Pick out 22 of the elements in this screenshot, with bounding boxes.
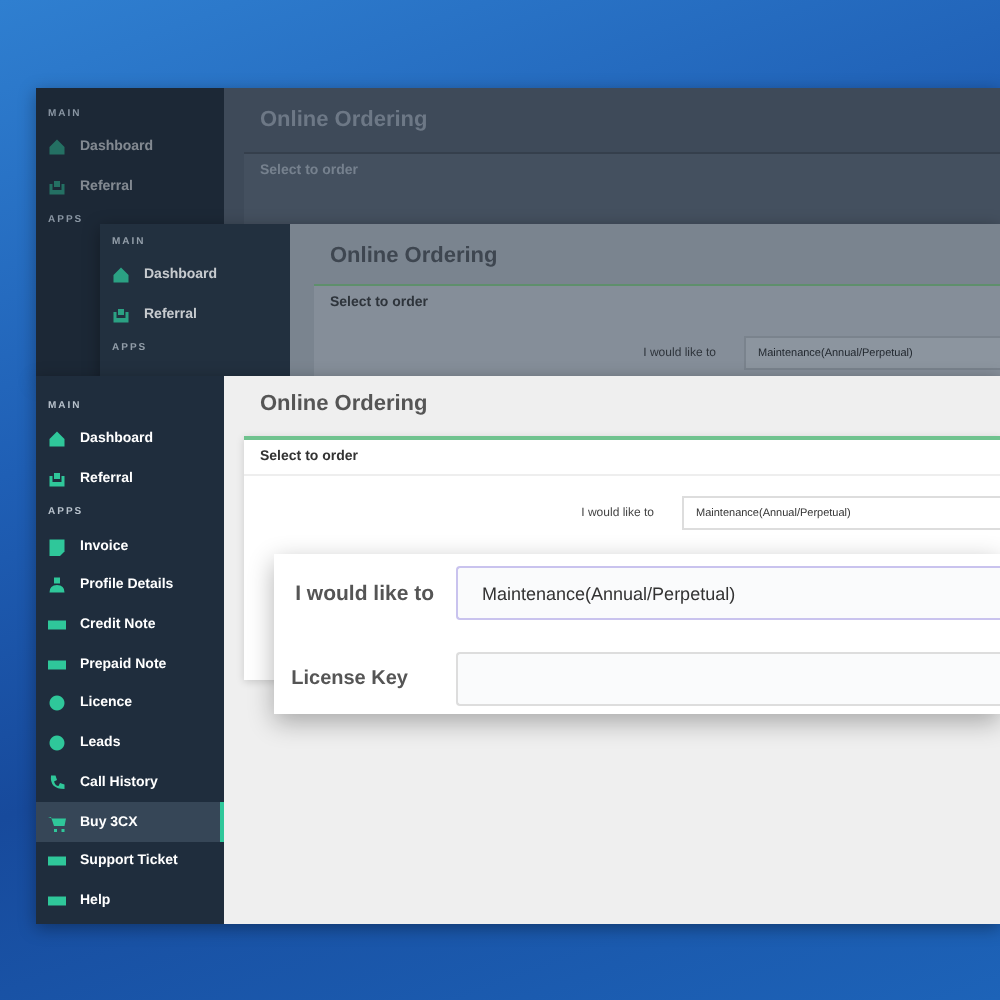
menu-icon [112, 266, 130, 285]
menu-icon [48, 734, 66, 753]
menu-icon [48, 470, 66, 489]
menu-icon [48, 813, 66, 832]
menu-icon [48, 537, 66, 556]
menu-icon [48, 773, 66, 792]
select-field[interactable]: Maintenance(Annual/Perpetual) [456, 566, 1000, 620]
menu-icon [48, 430, 66, 449]
field-label: I would like to [293, 581, 436, 605]
menu-icon [48, 655, 66, 674]
menu-icon [48, 891, 66, 910]
menu-icon [112, 306, 130, 325]
input-field[interactable] [456, 652, 1000, 706]
menu-icon [48, 178, 66, 197]
menu-icon [48, 852, 66, 871]
menu-icon [48, 576, 66, 595]
menu-icon [48, 694, 66, 713]
page-title: Online Ordering [328, 242, 500, 272]
menu-icon [48, 616, 66, 635]
field-label: License Key [289, 668, 410, 690]
menu-icon [48, 138, 66, 157]
page-title: Online Ordering [258, 390, 430, 420]
